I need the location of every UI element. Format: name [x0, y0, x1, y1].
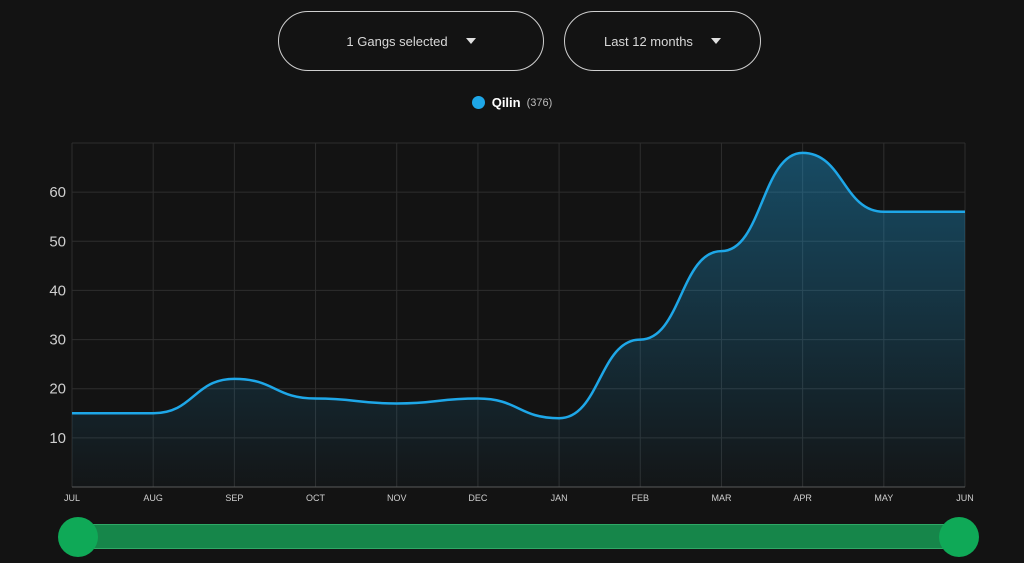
data-point[interactable]	[313, 396, 319, 402]
data-point[interactable]	[718, 248, 724, 254]
x-tick-label: JAN	[551, 493, 568, 503]
range-slider-start-handle[interactable]	[58, 517, 98, 557]
series-area-fill	[72, 152, 965, 487]
range-slider-end-handle[interactable]	[939, 517, 979, 557]
data-point[interactable]	[475, 396, 481, 402]
data-point[interactable]	[556, 415, 562, 421]
x-tick-label: OCT	[306, 493, 326, 503]
x-tick-label: MAR	[711, 493, 732, 503]
chart-area	[69, 150, 968, 487]
data-point[interactable]	[881, 209, 887, 215]
range-slider-track[interactable]	[78, 524, 960, 549]
y-tick-label: 40	[49, 282, 66, 299]
y-tick-label: 10	[49, 430, 66, 447]
line-chart: JUL AUG SEP OCT NOV DEC JAN FEB MAR APR MAY JUN 10 20…	[49, 142, 974, 503]
data-point[interactable]	[394, 400, 400, 406]
data-point[interactable]	[800, 150, 806, 156]
data-point[interactable]	[150, 410, 156, 416]
data-point[interactable]	[962, 209, 968, 215]
x-tick-label: SEP	[225, 493, 243, 503]
data-point[interactable]	[637, 337, 643, 343]
x-tick-label: JUL	[64, 493, 80, 503]
y-tick-label: 60	[49, 184, 66, 201]
y-tick-label: 20	[49, 381, 66, 398]
x-tick-label: FEB	[632, 493, 650, 503]
x-tick-label: AUG	[143, 493, 163, 503]
y-tick-label: 50	[49, 233, 66, 250]
x-tick-label: NOV	[387, 493, 407, 503]
y-tick-label: 30	[49, 332, 66, 349]
x-tick-label: JUN	[956, 493, 974, 503]
data-point[interactable]	[231, 376, 237, 382]
x-tick-label: MAY	[874, 493, 893, 503]
data-point[interactable]	[69, 410, 75, 416]
x-tick-label: DEC	[468, 493, 488, 503]
x-tick-label: APR	[793, 493, 812, 503]
